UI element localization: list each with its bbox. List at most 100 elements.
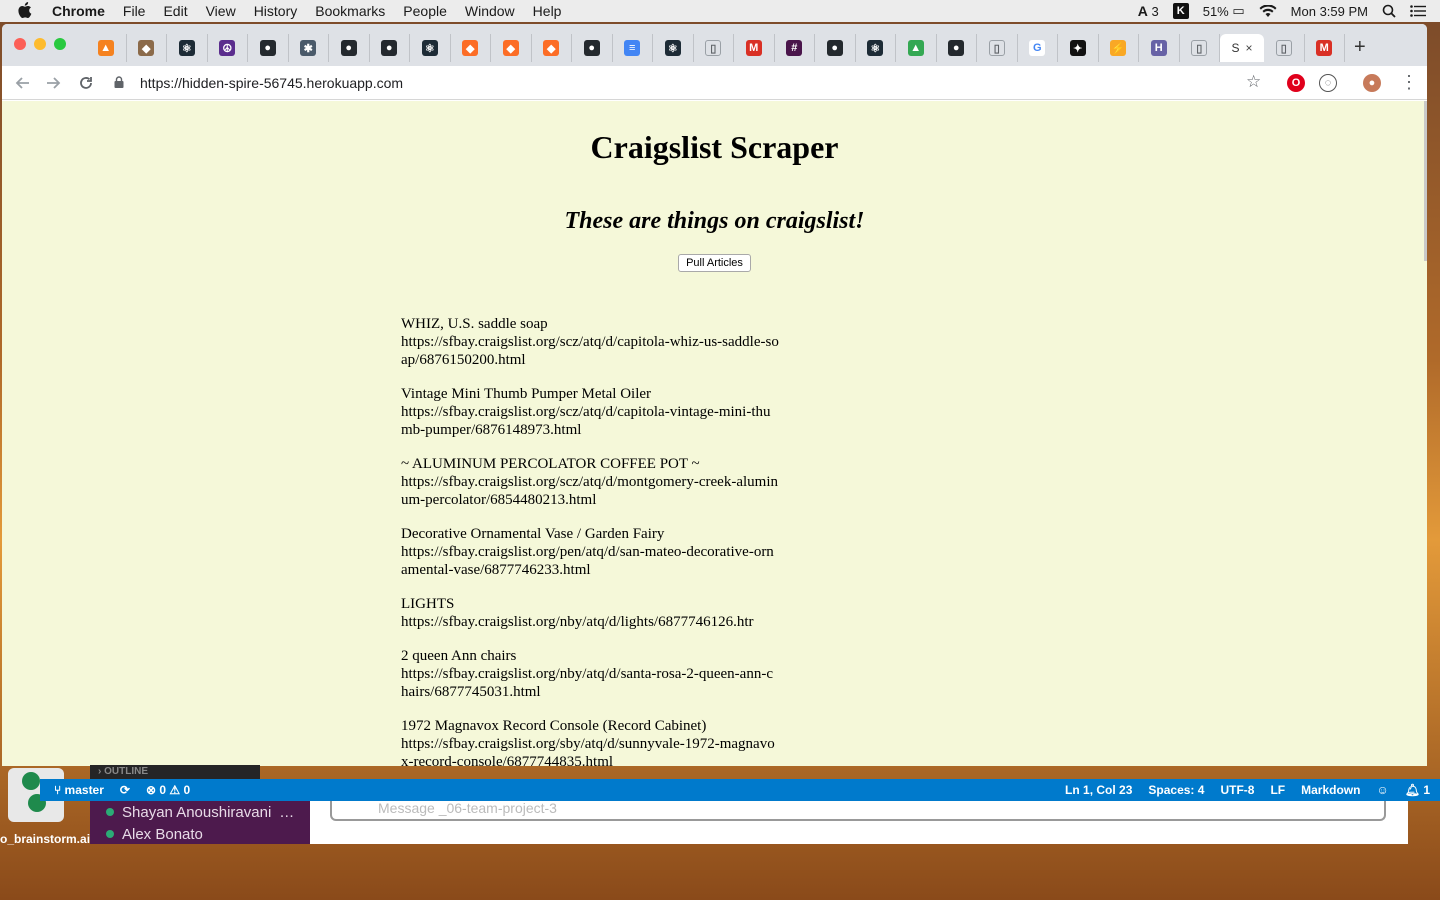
lock-icon[interactable] bbox=[114, 75, 128, 91]
outline-panel-header[interactable]: › OUTLINE bbox=[90, 765, 260, 779]
presence-dot bbox=[106, 808, 114, 816]
menu-file[interactable]: File bbox=[123, 3, 146, 19]
menu-chrome[interactable]: Chrome bbox=[52, 3, 105, 19]
browser-tab[interactable]: ✦ bbox=[1058, 34, 1099, 62]
pull-articles-button[interactable]: Pull Articles bbox=[678, 254, 751, 272]
browser-tab[interactable]: M bbox=[734, 34, 775, 62]
browser-tab[interactable]: ▲ bbox=[86, 34, 127, 62]
minimize-window-button[interactable] bbox=[34, 38, 46, 50]
browser-tab[interactable]: ▲ bbox=[896, 34, 937, 62]
menu-history[interactable]: History bbox=[254, 3, 298, 19]
opera-extension-icon[interactable]: O bbox=[1287, 74, 1305, 92]
url-text[interactable]: https://hidden-spire-56745.herokuapp.com bbox=[140, 75, 403, 91]
browser-tab[interactable]: ✱ bbox=[289, 34, 329, 62]
message-input[interactable]: Message _06-team-project-3 bbox=[330, 801, 1386, 821]
browser-tab[interactable]: H bbox=[1139, 34, 1180, 62]
google-icon: G bbox=[1029, 40, 1046, 56]
article-url: https://sfbay.craigslist.org/scz/atq/d/m… bbox=[401, 474, 778, 508]
browser-tab[interactable]: ◆ bbox=[491, 34, 532, 62]
browser-tab[interactable]: ▯ bbox=[694, 34, 734, 62]
forward-button[interactable] bbox=[42, 71, 66, 95]
indentation[interactable]: Spaces: 4 bbox=[1148, 783, 1204, 797]
battery-status[interactable]: 51% ▭ bbox=[1203, 3, 1245, 19]
new-tab-button[interactable]: + bbox=[1354, 36, 1366, 59]
browser-tab[interactable]: ▯ bbox=[1180, 34, 1220, 62]
wifi-icon[interactable] bbox=[1259, 4, 1277, 18]
bell-icon: 🔔︎ bbox=[1404, 783, 1420, 797]
member-item[interactable]: Alex Bonato bbox=[90, 823, 310, 845]
browser-tab[interactable]: ≡ bbox=[613, 34, 653, 62]
feedback-smiley-icon[interactable]: ☺ bbox=[1376, 783, 1388, 797]
member-item[interactable]: Shayan Anoushiravani… bbox=[90, 801, 310, 823]
browser-tab[interactable]: ● bbox=[370, 34, 410, 62]
browser-tab[interactable]: ▯ bbox=[977, 34, 1018, 62]
fullscreen-window-button[interactable] bbox=[54, 38, 66, 50]
notification-center-icon[interactable] bbox=[1410, 5, 1426, 17]
menu-bookmarks[interactable]: Bookmarks bbox=[315, 3, 385, 19]
chrome-menu-icon[interactable]: ⋮ bbox=[1400, 72, 1418, 93]
cursor-position[interactable]: Ln 1, Col 23 bbox=[1065, 783, 1132, 797]
firebase-icon: ▲ bbox=[97, 40, 114, 56]
browser-tab[interactable]: ◆ bbox=[532, 34, 572, 62]
warning-icon: ⚠ bbox=[169, 783, 181, 797]
close-window-button[interactable] bbox=[14, 38, 26, 50]
menu-edit[interactable]: Edit bbox=[163, 3, 187, 19]
profile-avatar[interactable]: ● bbox=[1363, 74, 1381, 92]
browser-tab[interactable]: ● bbox=[248, 34, 289, 62]
menu-view[interactable]: View bbox=[206, 3, 236, 19]
article-url: https://sfbay.craigslist.org/scz/atq/d/c… bbox=[401, 404, 771, 438]
browser-tab[interactable]: ● bbox=[572, 34, 613, 62]
slack-message-area: Message _06-team-project-3 bbox=[310, 801, 1408, 844]
bolt-icon: ⚡ bbox=[1110, 40, 1127, 56]
browser-tab[interactable]: ● bbox=[937, 34, 977, 62]
browser-tab[interactable]: ◆ bbox=[451, 34, 491, 62]
tab-list: ▲ ◆ ⚛ ☮ ● ✱ ● ● ⚛ ◆ ◆ ◆ ● ≡ ⚛ ▯ M # ● ⚛ ▲ ● ▯ G ✦ ⚡ H ▯ S × ▯ M bbox=[86, 34, 1345, 62]
browser-tab[interactable]: ▯ bbox=[1264, 34, 1305, 62]
browser-tab[interactable]: ● bbox=[329, 34, 370, 62]
apple-menu-icon[interactable] bbox=[18, 1, 38, 21]
bookmark-star-icon[interactable]: ☆ bbox=[1246, 72, 1261, 92]
menu-people[interactable]: People bbox=[403, 3, 447, 19]
close-tab-icon[interactable]: × bbox=[1246, 41, 1253, 55]
browser-tab[interactable]: ● bbox=[815, 34, 856, 62]
git-branch[interactable]: ⑂ master bbox=[54, 783, 104, 797]
browser-tab[interactable]: # bbox=[775, 34, 815, 62]
line-ending[interactable]: LF bbox=[1270, 783, 1285, 797]
browser-tab[interactable]: ⚛ bbox=[653, 34, 694, 62]
browser-tab[interactable]: ◆ bbox=[127, 34, 167, 62]
desktop-file-label[interactable]: o_brainstorm.ai bbox=[0, 832, 90, 846]
active-browser-tab[interactable]: S × bbox=[1220, 34, 1264, 62]
spotlight-icon[interactable] bbox=[1382, 4, 1396, 18]
reload-button[interactable] bbox=[74, 71, 98, 95]
browser-tab[interactable]: ⚡ bbox=[1099, 34, 1139, 62]
sync-icon[interactable]: ⟳ bbox=[120, 783, 130, 797]
browser-tab[interactable]: M bbox=[1305, 34, 1345, 62]
gitlab-icon: ◆ bbox=[462, 40, 479, 56]
app-icon[interactable]: K bbox=[1172, 3, 1189, 19]
github-icon: ● bbox=[948, 40, 965, 56]
article-item: Vintage Mini Thumb Pumper Metal Oiler htt… bbox=[401, 385, 779, 439]
chevron-right-icon: › bbox=[98, 766, 102, 777]
menu-window[interactable]: Window bbox=[465, 3, 515, 19]
article-title: 1972 Magnavox Record Console (Record Cab… bbox=[401, 718, 707, 734]
browser-tab[interactable]: ☮ bbox=[208, 34, 248, 62]
back-button[interactable] bbox=[10, 71, 34, 95]
editor-status-bar: ⑂ master ⟳ ⊗ 0 ⚠ 0 Ln 1, Col 23 Spaces: … bbox=[40, 779, 1440, 801]
problems-indicator[interactable]: ⊗ 0 ⚠ 0 bbox=[146, 783, 190, 797]
encoding[interactable]: UTF-8 bbox=[1220, 783, 1254, 797]
browser-tab[interactable]: ⚛ bbox=[167, 34, 208, 62]
menu-help[interactable]: Help bbox=[533, 3, 562, 19]
notifications[interactable]: 🔔︎ 1 bbox=[1405, 783, 1430, 797]
language-mode[interactable]: Markdown bbox=[1301, 783, 1360, 797]
browser-tab[interactable]: ⚛ bbox=[410, 34, 451, 62]
window-controls bbox=[14, 38, 66, 50]
browser-tab[interactable]: G bbox=[1018, 34, 1058, 62]
clock[interactable]: Mon 3:59 PM bbox=[1291, 4, 1368, 19]
article-item: ~ ALUMINUM PERCOLATOR COFFEE POT ~ https:… bbox=[401, 455, 779, 509]
browser-tab[interactable]: ⚛ bbox=[856, 34, 896, 62]
page-scrollbar[interactable] bbox=[1424, 101, 1427, 261]
button-container: Pull Articles bbox=[2, 253, 1427, 272]
extension-icon[interactable]: ◌ bbox=[1319, 74, 1337, 92]
adobe-icon[interactable]: A 3 bbox=[1138, 3, 1159, 19]
address-bar[interactable]: https://hidden-spire-56745.herokuapp.com bbox=[114, 70, 1264, 96]
